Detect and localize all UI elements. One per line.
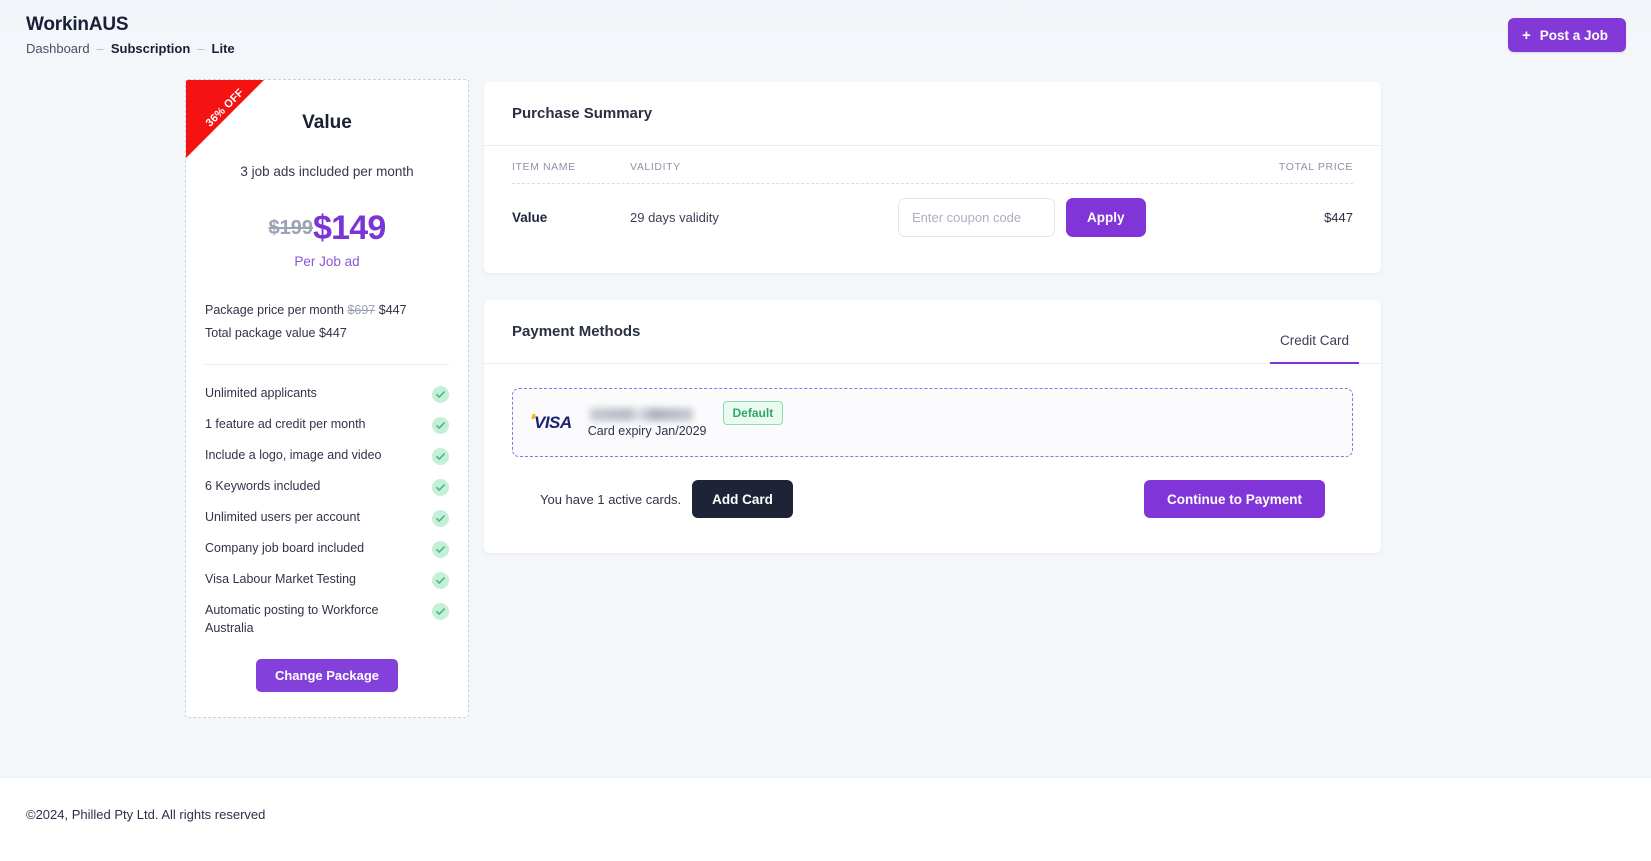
plan-meta-package-price-old: $697 [347, 303, 376, 317]
breadcrumb-item-lite[interactable]: Lite [212, 41, 235, 56]
purchase-summary-panel: Purchase Summary ITEM NAME VALIDITY TOTA… [484, 82, 1381, 273]
discount-ribbon: 36% OFF [186, 80, 264, 158]
check-icon [432, 572, 449, 589]
breadcrumb: Dashboard – Subscription – Lite [26, 41, 235, 56]
check-icon [432, 448, 449, 465]
check-icon [432, 479, 449, 496]
feature-label: Visa Labour Market Testing [205, 572, 357, 586]
payment-methods-header: Payment Methods Credit Card [484, 300, 1381, 364]
list-item: Unlimited applicants [205, 385, 449, 403]
post-a-job-button[interactable]: + Post a Job [1507, 18, 1626, 52]
page-root: WorkinAUS Dashboard – Subscription – Lit… [0, 0, 1651, 861]
payment-methods-panel: Payment Methods Credit Card VISA Card ex… [484, 300, 1381, 553]
list-item: Automatic posting to Workforce Australia [205, 602, 449, 638]
change-package-button[interactable]: Change Package [255, 658, 399, 692]
purchase-summary-title: Purchase Summary [512, 105, 653, 122]
copyright-text: ©2024, Philled Pty Ltd. All rights reser… [26, 807, 266, 822]
breadcrumb-separator: – [96, 41, 104, 56]
payment-method-tabs: Credit Card [1269, 300, 1360, 364]
check-icon [432, 510, 449, 527]
cell-item-name: Value [512, 209, 548, 225]
change-package-wrap: Change Package [186, 658, 468, 692]
coupon-input[interactable] [898, 197, 1055, 237]
post-a-job-label: Post a Job [1539, 27, 1608, 43]
brand-title: WorkinAUS [26, 14, 129, 35]
plan-price-old: $199 [268, 217, 314, 239]
feature-label: 1 feature ad credit per month [205, 417, 366, 431]
apply-coupon-button[interactable]: Apply [1066, 197, 1146, 237]
page-header: WorkinAUS Dashboard – Subscription – Lit… [0, 0, 1651, 72]
list-item: Visa Labour Market Testing [205, 571, 449, 589]
payment-methods-body: VISA Card expiry Jan/2029 Default You ha… [484, 364, 1381, 518]
cell-validity: 29 days validity [630, 209, 719, 225]
feature-label: Unlimited applicants [205, 386, 317, 400]
breadcrumb-item-dashboard[interactable]: Dashboard [26, 41, 90, 56]
plan-price-row: $199$149 [186, 211, 468, 245]
saved-card-item[interactable]: VISA Card expiry Jan/2029 Default [512, 388, 1353, 457]
check-icon [432, 417, 449, 434]
plan-price-new: $149 [313, 209, 386, 247]
card-details: Card expiry Jan/2029 [587, 407, 707, 438]
check-icon [432, 541, 449, 558]
purchase-summary-header: Purchase Summary [484, 82, 1381, 146]
check-icon [432, 603, 449, 620]
plan-meta-package-price-label: Package price per month [205, 303, 348, 317]
payment-footer: You have 1 active cards. Add Card Contin… [512, 457, 1353, 518]
payment-methods-title: Payment Methods [512, 323, 641, 340]
coupon-group: Apply [898, 197, 1233, 237]
brand-block: WorkinAUS Dashboard – Subscription – Lit… [26, 14, 235, 56]
breadcrumb-separator: – [197, 41, 205, 56]
column-header-item-name: ITEM NAME [512, 161, 576, 173]
plan-meta-package-price-new: $447 [378, 303, 407, 317]
feature-label: Unlimited users per account [205, 510, 360, 524]
plan-feature-list: Unlimited applicants 1 feature ad credit… [186, 385, 468, 638]
list-item: Company job board included [205, 540, 449, 558]
plan-price-unit: Per Job ad [294, 254, 360, 269]
feature-label: Automatic posting to Workforce Australia [205, 603, 379, 635]
column-header-validity: VALIDITY [630, 161, 681, 173]
cell-total-price: $447 [1324, 209, 1353, 225]
card-expiry: Card expiry Jan/2029 [587, 423, 707, 438]
feature-label: 6 Keywords included [205, 479, 321, 493]
check-icon [432, 386, 449, 403]
plan-meta-package-price: Package price per month $697 $447 [205, 303, 468, 317]
plan-card: 36% OFF Value 3 job ads included per mon… [185, 79, 469, 718]
tab-credit-card[interactable]: Credit Card [1269, 333, 1360, 364]
list-item: 6 Keywords included [205, 478, 449, 496]
feature-label: Company job board included [205, 541, 365, 555]
feature-label: Include a logo, image and video [205, 448, 382, 462]
page-footer: ©2024, Philled Pty Ltd. All rights reser… [0, 777, 1651, 861]
plus-icon: + [1521, 26, 1531, 44]
plan-subtitle: 3 job ads included per month [240, 164, 414, 179]
plan-meta-total-value: Total package value $447 [205, 326, 347, 340]
status-badge: Default [722, 401, 784, 425]
add-card-button[interactable]: Add Card [692, 480, 793, 518]
list-item: 1 feature ad credit per month [205, 416, 449, 434]
plan-divider [205, 364, 449, 365]
active-cards-text: You have 1 active cards. [540, 491, 682, 507]
list-item: Unlimited users per account [205, 509, 449, 527]
continue-to-payment-button[interactable]: Continue to Payment [1143, 480, 1325, 518]
discount-ribbon-label: 36% OFF [203, 86, 247, 130]
table-row: Value 29 days validity Apply $447 [484, 184, 1381, 250]
breadcrumb-item-subscription[interactable]: Subscription [111, 41, 190, 56]
purchase-table-header: ITEM NAME VALIDITY TOTAL PRICE [484, 146, 1381, 173]
column-header-total-price: TOTAL PRICE [1278, 161, 1353, 173]
plan-meta-lines: Package price per month $697 $447 Total … [186, 303, 468, 340]
card-number-masked [589, 407, 693, 421]
visa-logo-icon: VISA [534, 412, 572, 432]
list-item: Include a logo, image and video [205, 447, 449, 465]
